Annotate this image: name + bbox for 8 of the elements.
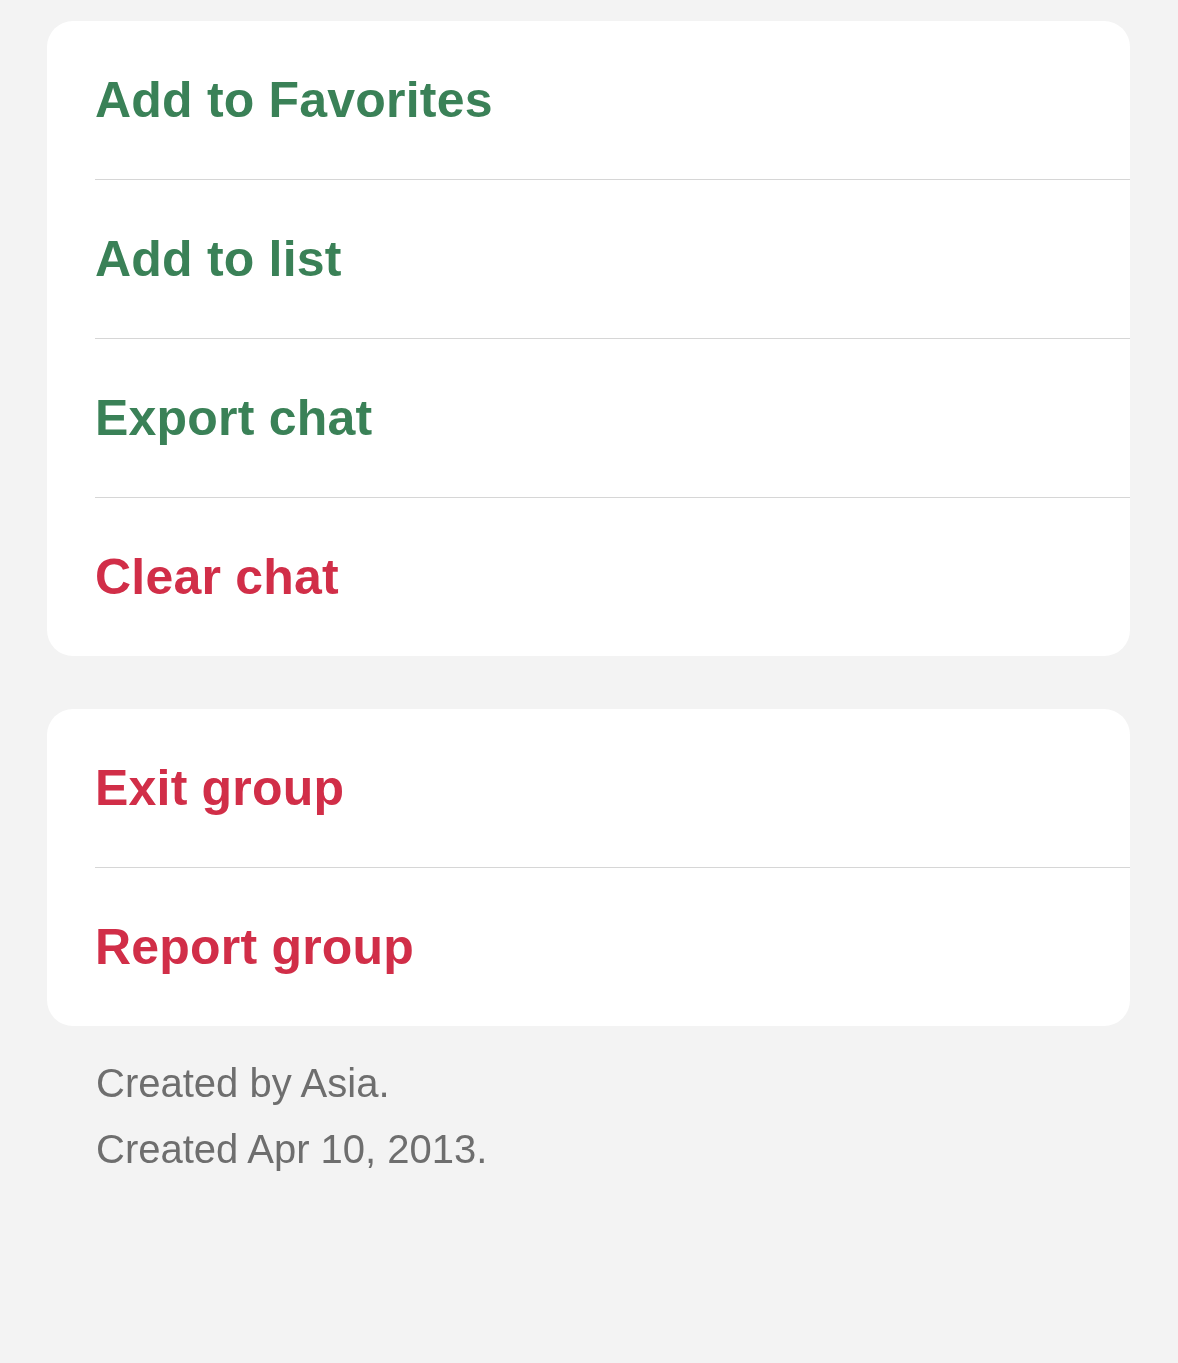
menu-item[interactable]: Report group bbox=[95, 868, 1130, 1026]
menu-item[interactable]: Clear chat bbox=[95, 498, 1130, 656]
menu-item[interactable]: Add to Favorites bbox=[95, 21, 1130, 179]
menu-item[interactable]: Export chat bbox=[95, 339, 1130, 497]
info-text: Created Apr 10, 2013. bbox=[96, 1126, 489, 1173]
menu-item[interactable]: Add to list bbox=[95, 180, 1130, 338]
info-text: Created by Asia. bbox=[96, 1060, 391, 1107]
menu-item[interactable]: Exit group bbox=[95, 709, 1130, 867]
